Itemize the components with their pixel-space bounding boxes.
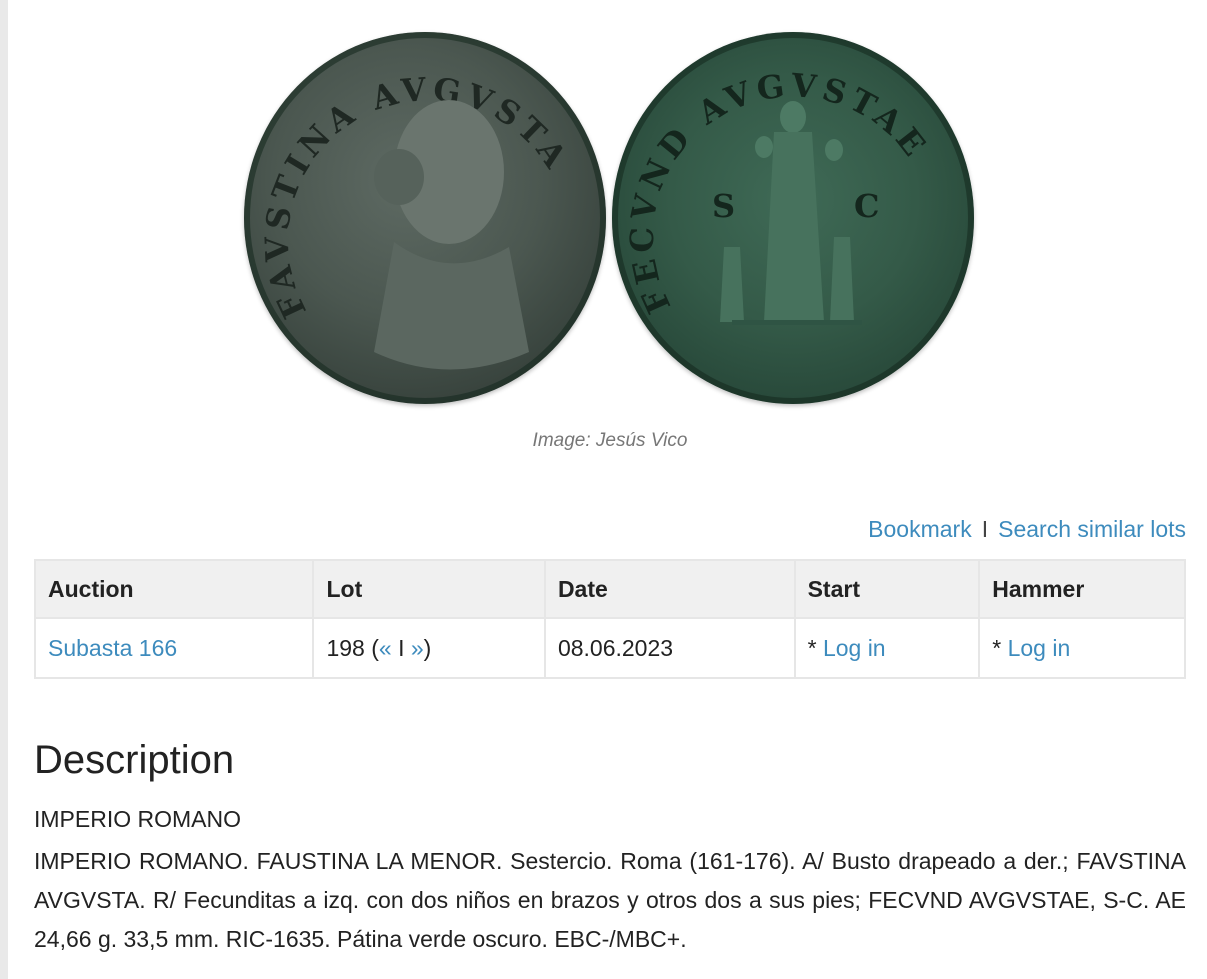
lot-cell: 198 (« I ») <box>312 617 546 679</box>
child-right-arm <box>825 139 843 161</box>
auction-link[interactable]: Subasta 166 <box>48 635 177 661</box>
auction-cell: Subasta 166 <box>33 617 315 679</box>
lot-number: 198 ( <box>326 634 379 661</box>
coin-images: FAVSTINA AVGVSTA FECVND AVGVSTAE S C <box>34 0 1186 420</box>
obverse-relief: FAVSTINA AVGVSTA <box>258 70 572 370</box>
start-login-link[interactable]: Log in <box>823 635 886 661</box>
bookmark-link[interactable]: Bookmark <box>868 516 972 542</box>
page-left-edge <box>0 0 8 979</box>
reverse-field-left: S <box>712 187 740 225</box>
column-header-lot: Lot <box>312 559 546 619</box>
coin-obverse-image[interactable]: FAVSTINA AVGVSTA <box>244 32 606 404</box>
search-similar-lots-link[interactable]: Search similar lots <box>998 516 1186 542</box>
child-left-feet <box>720 247 744 322</box>
column-header-auction: Auction <box>33 559 315 619</box>
table-row: Subasta 166 198 (« I ») 08.06.2023 * Log… <box>33 617 1186 679</box>
hair-bun <box>374 149 424 205</box>
fecunditas-figure <box>764 132 824 322</box>
child-left-arm <box>755 136 773 158</box>
description-heading: Description <box>34 738 235 782</box>
coin-reverse-image[interactable]: FECVND AVGVSTAE S C <box>612 32 974 404</box>
column-header-start: Start <box>793 559 981 619</box>
reverse-field-right: C <box>854 187 884 225</box>
lot-actions: Bookmark I Search similar lots <box>34 516 1186 543</box>
previous-lot-link[interactable]: « <box>379 635 392 661</box>
lot-nav-separator: I <box>391 634 411 661</box>
start-prefix: * <box>807 634 823 661</box>
actions-separator: I <box>981 516 989 542</box>
start-cell: * Log in <box>793 617 981 679</box>
description-category: IMPERIO ROMANO <box>34 806 242 832</box>
lot-close-paren: ) <box>423 634 432 661</box>
date-cell: 08.06.2023 <box>543 617 796 679</box>
child-right-feet <box>830 237 854 322</box>
hammer-prefix: * <box>992 634 1008 661</box>
hammer-cell: * Log in <box>978 617 1186 679</box>
drapery <box>374 242 529 370</box>
image-caption: Image: Jesús Vico <box>532 430 688 451</box>
lot-info-table: Auction Lot Date Start Hammer Subasta 16… <box>33 559 1186 679</box>
hammer-login-link[interactable]: Log in <box>1008 635 1071 661</box>
column-header-hammer: Hammer <box>978 559 1186 619</box>
ground-line <box>732 320 862 325</box>
lot-detail: FAVSTINA AVGVSTA FECVND AVGVSTAE S C Ima… <box>33 0 1186 952</box>
column-header-date: Date <box>543 559 796 619</box>
table-header-row: Auction Lot Date Start Hammer <box>33 559 1186 619</box>
reverse-relief: FECVND AVGVSTAE S C <box>623 66 931 325</box>
fecunditas-head <box>780 101 806 133</box>
next-lot-link[interactable]: » <box>411 635 424 661</box>
description-text: IMPERIO ROMANO. FAUSTINA LA MENOR. Seste… <box>34 848 1186 952</box>
